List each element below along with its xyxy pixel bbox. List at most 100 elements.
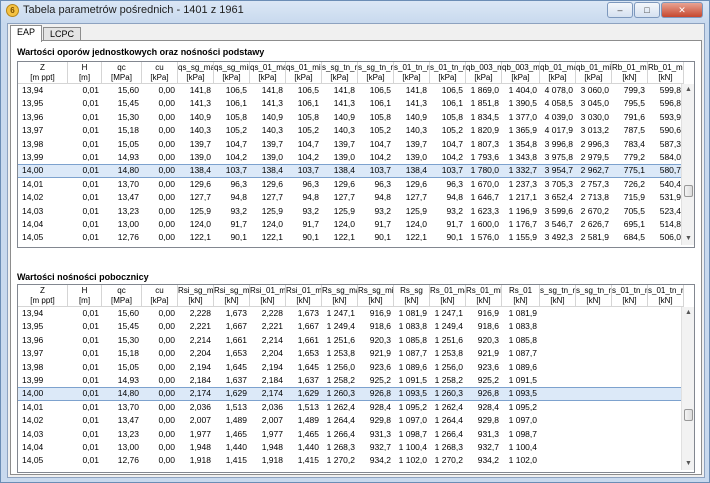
table-row[interactable]: 13,95 0,01 15,45 0,00 141,3 106,1 141,3 106,1 14… (18, 97, 684, 110)
title-bar[interactable]: 6 Tabela parametrów pośrednich - 1401 z … (1, 1, 709, 21)
table-row[interactable]: 14,03 0,01 13,23 0,00 1,977 1,465 1,977 1,465 1 … (18, 428, 684, 441)
table-cell: 124,0 (333, 218, 355, 229)
table-row[interactable]: 13,96 0,01 15,30 0,00 140,9 105,8 140,9 105,8 14… (18, 111, 684, 124)
tab-eap[interactable]: EAP (10, 25, 43, 42)
maximize-button[interactable]: □ (634, 2, 660, 18)
column-header[interactable]: Rsi_01_min[kN] (286, 285, 322, 307)
column-header[interactable]: s_sg_tn_mi[kPa] (358, 62, 394, 84)
table-row[interactable]: 14,04 0,01 13,00 0,00 124,0 91,7 124,0 91,7 124,… (18, 218, 684, 231)
table-cell: 929,8 (369, 415, 391, 426)
column-header[interactable]: cu [kPa] (142, 285, 178, 307)
table-cell: 0,00 (158, 125, 175, 136)
column-header[interactable]: qb_003_max[kPa] (466, 62, 502, 84)
scroll-down-icon[interactable]: ▼ (682, 458, 694, 470)
column-header[interactable]: s_01_tn_ma[kPa] (394, 62, 430, 84)
column-header[interactable]: s_sg_tn_ma[kN] (540, 285, 576, 307)
column-header[interactable]: qb_01_min [kPa] (576, 62, 612, 84)
table-row[interactable]: 13,99 0,01 14,93 0,00 2,184 1,637 2,184 1,637 1 … (18, 374, 684, 387)
table-row[interactable]: 14,02 0,01 13,47 0,00 127,7 94,8 127,7 94,8 127,… (18, 191, 684, 204)
table-row[interactable]: 14,05 0,01 12,76 0,00 1,918 1,415 1,918 1,415 1 … (18, 454, 684, 467)
vertical-scrollbar[interactable]: ▲ ▼ (681, 84, 694, 245)
column-header-name: qs_sg_max (178, 63, 213, 72)
scroll-up-icon[interactable]: ▲ (682, 84, 694, 96)
table-cell: 0,00 (158, 165, 175, 176)
table-row[interactable]: 13,94 0,01 15,60 0,00 141,8 106,5 141,8 106,5 14… (18, 84, 684, 97)
column-header[interactable]: H [m] (68, 62, 102, 84)
table-cell: 0,01 (82, 205, 99, 216)
table-row[interactable]: 13,98 0,01 15,05 0,00 2,194 1,645 2,194 1,645 1 … (18, 361, 684, 374)
shaft-capacity-grid[interactable]: Z[m ppt]H[m]qc[MPa]cu[kPa]Rsi_sg_max[kN]… (17, 284, 695, 473)
scroll-thumb[interactable] (684, 184, 693, 197)
table-row[interactable]: 13,94 0,01 15,60 0,00 2,228 1,673 2,228 1,673 1 … (18, 307, 684, 320)
table-cell (576, 454, 612, 467)
table-row[interactable]: 14,02 0,01 13,47 0,00 2,007 1,489 2,007 1,489 1 … (18, 414, 684, 427)
table-cell: 13,23 (117, 428, 139, 439)
vertical-scrollbar[interactable]: ▲ ▼ (681, 307, 694, 470)
column-header[interactable]: Rs_01_min[kN] (466, 285, 502, 307)
column-header[interactable]: Rb_01_max[kN] (612, 62, 648, 84)
column-header[interactable]: s_01_tn_mi[kPa] (430, 62, 466, 84)
table-cell: 1 576,0 (470, 232, 499, 243)
table-cell (648, 320, 684, 333)
column-header[interactable]: qc [MPa] (102, 285, 142, 307)
column-header[interactable]: H [m] (68, 285, 102, 307)
column-header[interactable]: s_01_tn_mi[kN] (648, 285, 684, 307)
table-row[interactable]: 13,95 0,01 15,45 0,00 2,221 1,667 2,221 1,667 1 … (18, 320, 684, 333)
column-header[interactable]: Rs_sg_max[kN] (322, 285, 358, 307)
table-cell (648, 347, 684, 360)
table-row[interactable]: 14,05 0,01 12,76 0,00 122,1 90,1 122,1 90,1 122,… (18, 231, 684, 244)
close-button[interactable]: ✕ (661, 2, 703, 18)
column-header[interactable]: Rb_01_min[kN] (648, 62, 684, 84)
column-header[interactable]: qs_01_max[kPa] (250, 62, 286, 84)
table-cell: 1 091,5 (398, 374, 427, 385)
column-header[interactable]: Rs_01_max[kN] (430, 285, 466, 307)
table-cell: 1,977 (261, 428, 283, 439)
table-row[interactable]: 13,98 0,01 15,05 0,00 139,7 104,7 139,7 104,7 13… (18, 138, 684, 151)
column-header[interactable]: Z [m ppt] (18, 285, 68, 307)
column-header[interactable]: Rs_01 [kN] (502, 285, 540, 307)
table-cell: 15,18 (117, 125, 139, 136)
column-header[interactable]: qs_sg_min [kPa] (214, 62, 250, 84)
table-row[interactable]: 14,01 0,01 13,70 0,00 129,6 96,3 129,6 96,3 129,… (18, 178, 684, 191)
column-header[interactable]: Rsi_sg_min[kN] (214, 285, 250, 307)
table-row[interactable]: 13,99 0,01 14,93 0,00 139,0 104,2 139,0 104,2 13… (18, 151, 684, 164)
column-header[interactable]: Rsi_01_max[kN] (250, 285, 286, 307)
table-row-selected[interactable]: 14,00 0,01 14,80 0,00 2,174 1,629 2,174 1,629 1 … (18, 387, 684, 401)
column-header[interactable]: Z [m ppt] (18, 62, 68, 84)
table-row[interactable]: 13,97 0,01 15,18 0,00 140,3 105,2 140,3 105,2 14… (18, 124, 684, 137)
base-resistance-grid[interactable]: Z[m ppt]H[m]qc[MPa]cu[kPa]qs_sg_max[kPa]… (17, 61, 695, 248)
table-row[interactable]: 14,03 0,01 13,23 0,00 125,9 93,2 125,9 93,2 125,… (18, 205, 684, 218)
table-row[interactable]: 14,04 0,01 13,00 0,00 1,948 1,440 1,948 1,440 1 … (18, 441, 684, 454)
minimize-button[interactable]: – (607, 2, 633, 18)
scroll-thumb[interactable] (684, 409, 693, 422)
scroll-down-icon[interactable]: ▼ (682, 233, 694, 245)
table-row-selected[interactable]: 14,00 0,01 14,80 0,00 138,4 103,7 138,4 103,7 13… (18, 164, 684, 178)
column-header-name: H (81, 63, 88, 72)
column-header[interactable]: qb_003_min[kPa] (502, 62, 540, 84)
table-cell: 106,1 (225, 98, 247, 109)
table-cell: 91,7 (230, 218, 247, 229)
table-row[interactable]: 13,96 0,01 15,30 0,00 2,214 1,661 2,214 1,661 1 … (18, 334, 684, 347)
table-cell: 1,637 (297, 374, 319, 385)
table-cell: 138,4 (189, 165, 211, 176)
column-header[interactable]: qs_sg_max[kPa] (178, 62, 214, 84)
table-row[interactable]: 14,01 0,01 13,70 0,00 2,036 1,513 2,036 1,513 1 … (18, 401, 684, 414)
table-row[interactable]: 13,97 0,01 15,18 0,00 2,204 1,653 2,204 1,653 1 … (18, 347, 684, 360)
column-header[interactable]: cu [kPa] (142, 62, 178, 84)
column-header[interactable]: qb_01_max[kPa] (540, 62, 576, 84)
table-cell: 715,9 (623, 192, 645, 203)
column-header[interactable]: qs_01_min [kPa] (286, 62, 322, 84)
column-header-unit: [kN] (224, 296, 239, 305)
column-header[interactable]: Rs_sg [kN] (394, 285, 430, 307)
table-cell: 93,2 (446, 205, 463, 216)
scroll-up-icon[interactable]: ▲ (682, 307, 694, 319)
column-header[interactable]: s_sg_tn_mi[kN] (576, 285, 612, 307)
table-cell: 1,629 (225, 388, 247, 399)
column-header[interactable]: s_01_tn_ma[kN] (612, 285, 648, 307)
table-cell: 1,661 (225, 334, 247, 345)
column-header[interactable]: s_sg_tn_ma[kPa] (322, 62, 358, 84)
column-header[interactable]: qc [MPa] (102, 62, 142, 84)
table-cell: 934,2 (477, 455, 499, 466)
column-header[interactable]: Rsi_sg_max[kN] (178, 285, 214, 307)
column-header[interactable]: Rs_sg_min[kN] (358, 285, 394, 307)
